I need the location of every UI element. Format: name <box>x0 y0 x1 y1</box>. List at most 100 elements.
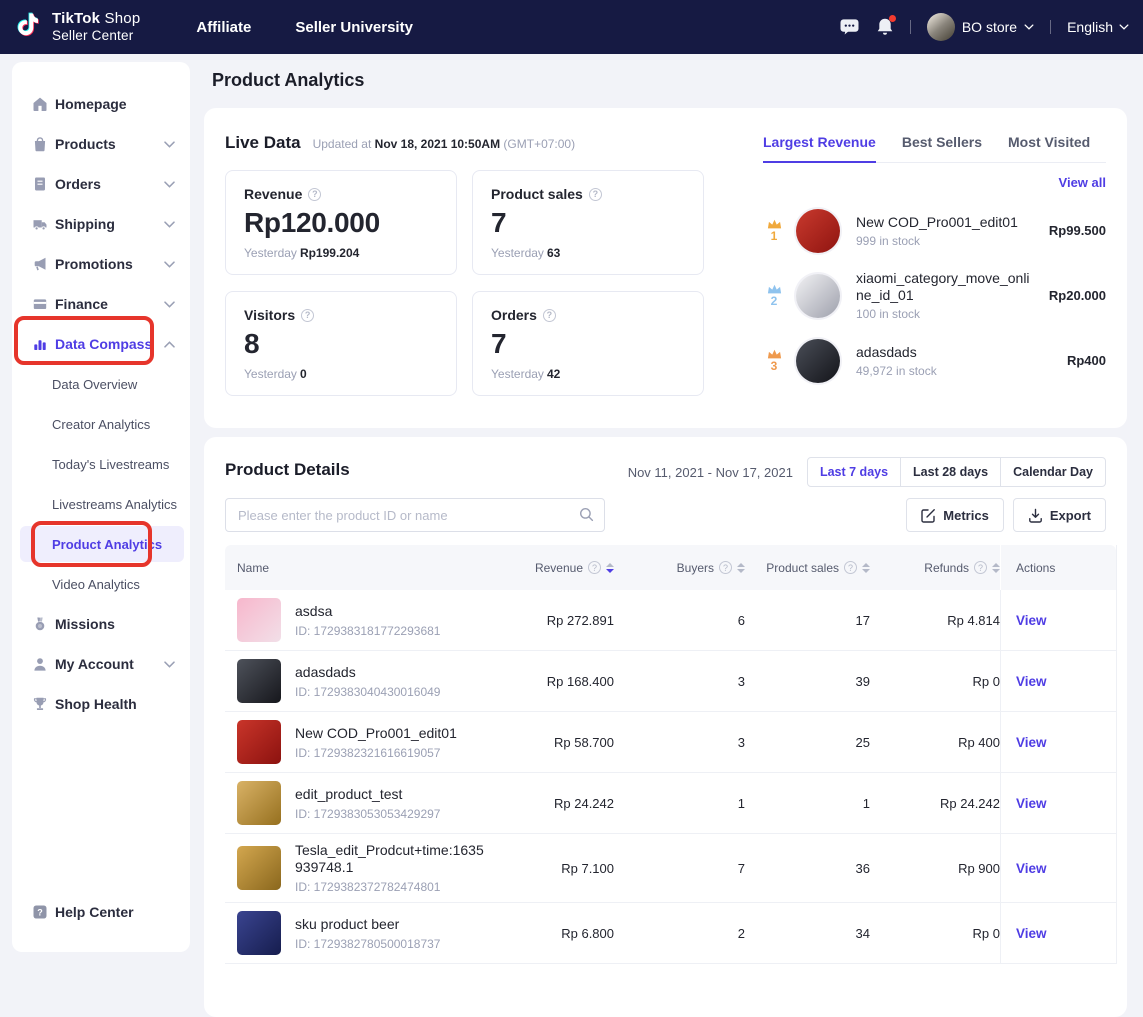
product-id: ID: 1729382321616619057 <box>295 746 457 760</box>
cell-buyers: 1 <box>614 796 745 811</box>
chevron-down-icon <box>164 661 175 668</box>
sidebar-subitem-creator-analytics[interactable]: Creator Analytics <box>12 404 190 444</box>
column-header-revenue[interactable]: Revenue <box>485 561 614 575</box>
nav-links: Affiliate Seller University <box>196 19 413 36</box>
range-calendar-day[interactable]: Calendar Day <box>1000 458 1105 486</box>
page-title: Product Analytics <box>212 70 364 91</box>
ranking-item[interactable]: 1 New COD_Pro001_edit01 999 in stock Rp9… <box>763 198 1106 263</box>
table-row: edit_product_test ID: 172938305305342929… <box>225 773 1116 834</box>
stat-yesterday: Yesterday42 <box>491 367 685 381</box>
sort-icon[interactable] <box>992 563 1000 573</box>
range-last-28-days[interactable]: Last 28 days <box>900 458 1000 486</box>
sidebar-item-shipping[interactable]: Shipping <box>12 204 190 244</box>
cell-product-sales: 1 <box>745 796 870 811</box>
sidebar-item-missions[interactable]: Missions <box>12 604 190 644</box>
sidebar-item-shop-health[interactable]: Shop Health <box>12 684 190 724</box>
sidebar-subitem-todays-livestreams[interactable]: Today's Livestreams <box>12 444 190 484</box>
sidebar-item-homepage[interactable]: Homepage <box>12 84 190 124</box>
search-icon[interactable] <box>579 507 594 527</box>
sidebar-item-promotions[interactable]: Promotions <box>12 244 190 284</box>
product-id: ID: 1729382372782474801 <box>295 880 485 894</box>
range-last-7-days[interactable]: Last 7 days <box>808 458 900 486</box>
product-thumbnail <box>237 659 281 703</box>
person-icon <box>32 656 48 672</box>
crown-icon <box>767 349 782 359</box>
cell-revenue: Rp 58.700 <box>485 735 614 750</box>
column-header-actions: Actions <box>1000 545 1117 590</box>
sidebar-item-data-compass[interactable]: Data Compass <box>12 324 190 364</box>
table-row: adasdads ID: 1729383040430016049 Rp 168.… <box>225 651 1116 712</box>
sidebar-item-products[interactable]: Products <box>12 124 190 164</box>
sidebar-item-orders[interactable]: Orders <box>12 164 190 204</box>
sidebar-subitem-video-analytics[interactable]: Video Analytics <box>12 564 190 604</box>
cell-name: asdsa ID: 1729383181772293681 <box>225 590 485 650</box>
view-link[interactable]: View <box>1016 735 1047 750</box>
column-header-product-sales[interactable]: Product sales <box>745 561 870 575</box>
view-link[interactable]: View <box>1016 926 1047 941</box>
metrics-button[interactable]: Metrics <box>906 498 1004 532</box>
divider <box>1050 20 1051 34</box>
table-row: New COD_Pro001_edit01 ID: 17293823216166… <box>225 712 1116 773</box>
cell-name: Tesla_edit_Prodcut+time:1635939748.1 ID:… <box>225 834 485 902</box>
help-circle-icon[interactable] <box>308 188 321 201</box>
view-all-link[interactable]: View all <box>763 175 1106 190</box>
help-circle-icon[interactable] <box>589 188 602 201</box>
cell-actions: View <box>1000 590 1117 650</box>
cell-name: edit_product_test ID: 172938305305342929… <box>225 773 485 833</box>
nav-link-affiliate[interactable]: Affiliate <box>196 19 251 36</box>
notification-dot <box>889 15 896 22</box>
nav-link-seller-university[interactable]: Seller University <box>295 19 413 36</box>
sidebar-subitem-data-overview[interactable]: Data Overview <box>12 364 190 404</box>
chat-icon[interactable] <box>839 18 860 36</box>
sidebar-item-help-center[interactable]: ? Help Center <box>12 892 190 932</box>
tab-largest-revenue[interactable]: Largest Revenue <box>763 134 876 163</box>
help-circle-icon[interactable] <box>844 561 857 574</box>
help-circle-icon[interactable] <box>543 309 556 322</box>
sidebar-subitem-livestreams-analytics[interactable]: Livestreams Analytics <box>12 484 190 524</box>
store-name: BO store <box>962 19 1017 35</box>
ranking-item[interactable]: 2 xiaomi_category_move_online_id_01 100 … <box>763 263 1106 328</box>
stat-label: Revenue <box>244 186 438 202</box>
table-row: asdsa ID: 1729383181772293681 Rp 272.891… <box>225 590 1116 651</box>
ranking-item[interactable]: 3 adasdads 49,972 in stock Rp400 <box>763 328 1106 393</box>
store-dropdown[interactable]: BO store <box>927 13 1034 41</box>
product-stock: 100 in stock <box>856 307 1036 321</box>
language-dropdown[interactable]: English <box>1067 19 1129 35</box>
sidebar-item-my-account[interactable]: My Account <box>12 644 190 684</box>
rank-number: 1 <box>763 230 785 242</box>
column-header-refunds[interactable]: Refunds <box>870 561 1000 575</box>
view-link[interactable]: View <box>1016 674 1047 689</box>
help-circle-icon[interactable] <box>719 561 732 574</box>
sidebar-item-finance[interactable]: Finance <box>12 284 190 324</box>
sort-icon[interactable] <box>606 563 614 573</box>
sort-icon[interactable] <box>737 563 745 573</box>
tab-best-sellers[interactable]: Best Sellers <box>902 134 982 162</box>
product-name: xiaomi_category_move_online_id_01 <box>856 270 1036 304</box>
ranking-list: 1 New COD_Pro001_edit01 999 in stock Rp9… <box>763 198 1106 393</box>
help-circle-icon[interactable] <box>588 561 601 574</box>
view-link[interactable]: View <box>1016 796 1047 811</box>
help-circle-icon[interactable] <box>301 309 314 322</box>
medal-icon <box>32 616 48 632</box>
export-button[interactable]: Export <box>1013 498 1106 532</box>
sidebar-subitem-product-analytics[interactable]: Product Analytics <box>20 526 184 562</box>
view-link[interactable]: View <box>1016 861 1047 876</box>
cell-revenue: Rp 24.242 <box>485 796 614 811</box>
product-info: New COD_Pro001_edit01 999 in stock <box>856 214 1036 248</box>
cell-product-sales: 36 <box>745 861 870 876</box>
search-input[interactable] <box>225 498 605 532</box>
column-header-buyers[interactable]: Buyers <box>614 561 745 575</box>
bag-icon <box>32 136 48 152</box>
trophy-icon <box>32 696 48 712</box>
help-circle-icon[interactable] <box>974 561 987 574</box>
sort-icon[interactable] <box>862 563 870 573</box>
notifications-bell-icon[interactable] <box>876 17 894 37</box>
svg-text:?: ? <box>37 907 43 917</box>
live-data-card: Live Data Updated at Nov 18, 2021 10:50A… <box>204 108 1127 428</box>
view-link[interactable]: View <box>1016 613 1047 628</box>
cell-revenue: Rp 6.800 <box>485 926 614 941</box>
tiktok-shop-logo[interactable]: TikTok Shop Seller Center <box>16 9 140 45</box>
download-icon <box>1028 508 1043 523</box>
tab-most-visited[interactable]: Most Visited <box>1008 134 1090 162</box>
sidebar: Homepage Products Orders Shipping Promot… <box>12 62 190 952</box>
